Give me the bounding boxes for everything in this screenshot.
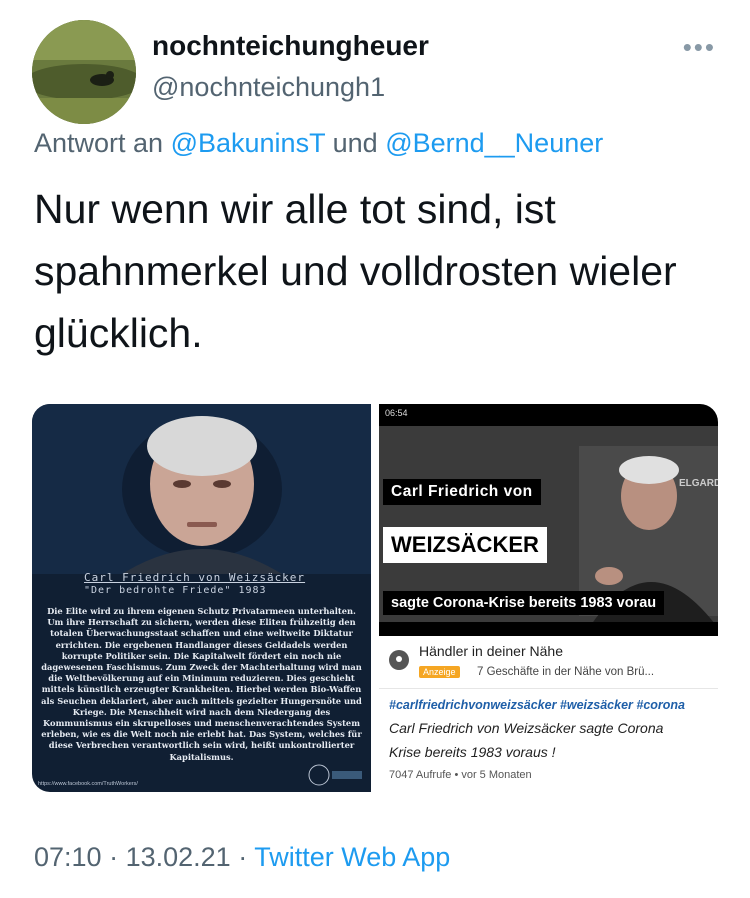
ad-subtitle: 7 Geschäfte in der Nähe von Brü...	[477, 666, 655, 678]
reply-prefix: Antwort an	[34, 128, 164, 158]
video-hashtags: #carlfriedrichvonweizsäcker #weizsäcker …	[389, 698, 685, 712]
video-screenshot: 06:54 ELGARD Carl Friedrich von WEIZSÄCK…	[379, 404, 718, 636]
display-name[interactable]: nochnteichungheuer	[152, 30, 429, 62]
video-title-line: Carl Friedrich von Weizsäcker sagte Coro…	[389, 720, 664, 736]
reply-conjunction: und	[332, 128, 378, 158]
tweet-line: spahnmerkel und volldrosten wieler	[34, 248, 677, 294]
ad-title: Händler in deiner Nähe	[419, 643, 563, 659]
ad-banner: Händler in deiner Nähe Anzeige 7 Geschäf…	[379, 636, 718, 689]
avatar[interactable]	[32, 20, 136, 124]
tweet-line: Nur wenn wir alle tot sind, ist	[34, 186, 556, 232]
media-image-right[interactable]: 06:54 ELGARD Carl Friedrich von WEIZSÄCK…	[379, 404, 718, 792]
separator: ·	[230, 842, 255, 872]
tweet-media: Carl Friedrich von Weizsäcker "Der bedro…	[32, 404, 718, 792]
image-quote-text: Die Elite wird zu ihrem eigenen Schutz P…	[41, 606, 362, 762]
overlay-headline: sagte Corona-Krise bereits 1983 vorau	[383, 591, 665, 615]
video-frame: ELGARD Carl Friedrich von WEIZSÄCKER sag…	[379, 426, 718, 628]
location-pin-icon	[389, 650, 409, 670]
ad-badge: Anzeige	[419, 666, 460, 678]
tweet-date[interactable]: 13.02.21	[126, 842, 231, 872]
reply-context: Antwort an @BakuninsT und @Bernd__Neuner	[34, 128, 603, 159]
mention-link[interactable]: @Bernd__Neuner	[385, 128, 603, 158]
tweet-text: Nur wenn wir alle tot sind, ist spahnmer…	[34, 178, 714, 364]
tweet-timestamp: 07:10 · 13.02.21 · Twitter Web App	[34, 842, 450, 873]
user-handle[interactable]: @nochnteichungh1	[152, 72, 385, 103]
mention-link[interactable]: @BakuninsT	[171, 128, 326, 158]
overlay-name-line: Carl Friedrich von	[383, 479, 541, 505]
source-app-link[interactable]: Twitter Web App	[254, 842, 450, 872]
image-caption-subtitle: "Der bedrohte Friede" 1983	[84, 585, 267, 596]
image-caption-title: Carl Friedrich von Weizsäcker	[84, 571, 306, 584]
media-image-left[interactable]: Carl Friedrich von Weizsäcker "Der bedro…	[32, 404, 371, 792]
tweet-line: glücklich.	[34, 310, 203, 356]
tweet-time[interactable]: 07:10	[34, 842, 102, 872]
video-title-line: Krise bereits 1983 voraus !	[389, 744, 556, 760]
status-time: 06:54	[385, 408, 408, 418]
separator: ·	[101, 842, 126, 872]
overlay-surname: WEIZSÄCKER	[383, 527, 547, 563]
image-source-url: https://www.facebook.com/TruthWorkers/	[38, 781, 138, 787]
video-meta: 7047 Aufrufe • vor 5 Monaten	[389, 769, 532, 781]
channel-logo: ELGARD	[679, 478, 718, 489]
portrait-photo	[32, 404, 371, 574]
truth-logo-icon	[308, 764, 362, 786]
more-icon[interactable]: •••	[683, 32, 716, 63]
